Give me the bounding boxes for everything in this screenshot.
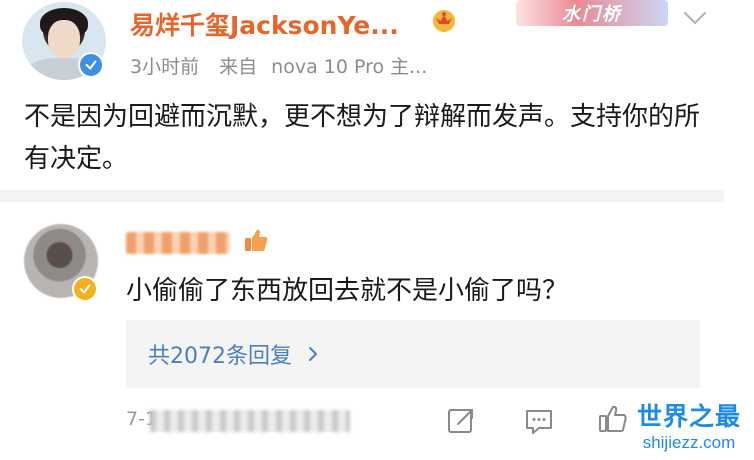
replies-count-label: 共2072条回复 — [148, 344, 292, 369]
post-time: 3小时前 — [130, 56, 200, 78]
crown-icon — [433, 10, 455, 32]
site-watermark-url: shijiezz.com — [642, 433, 736, 452]
fan-badge-icon — [245, 229, 268, 251]
banner-watermark: 水门桥 — [516, 0, 668, 26]
share-icon[interactable] — [444, 404, 478, 438]
chevron-right-icon — [309, 347, 317, 361]
commenter-name-blurred[interactable] — [126, 232, 230, 254]
source-device[interactable]: nova 10 Pro 主... — [271, 56, 427, 78]
comment-icon[interactable] — [522, 404, 556, 438]
source-prefix: 来自 — [219, 56, 258, 78]
timestamp-blurred — [150, 410, 350, 432]
post-meta: 3小时前 来自 nova 10 Pro 主... — [130, 52, 427, 79]
author-name[interactable]: 易烊千玺JacksonYe... — [130, 6, 399, 42]
site-watermark: 世界之最 shijiezz.com — [624, 402, 754, 460]
comment-text: 小偷偷了东西放回去就不是小偷了吗？ — [126, 276, 569, 306]
section-divider — [0, 190, 724, 202]
site-watermark-title: 世界之最 — [636, 402, 741, 431]
verified-badge-icon — [78, 52, 104, 78]
post-text: 不是因为回避而沉默，更不想为了辩解而发声。支持你的所有决定。 — [24, 102, 701, 174]
verified-badge-icon — [72, 276, 98, 302]
view-replies-button[interactable]: 共2072条回复 — [126, 320, 700, 388]
chevron-down-icon[interactable] — [680, 6, 710, 30]
commenter-name — [126, 230, 127, 231]
